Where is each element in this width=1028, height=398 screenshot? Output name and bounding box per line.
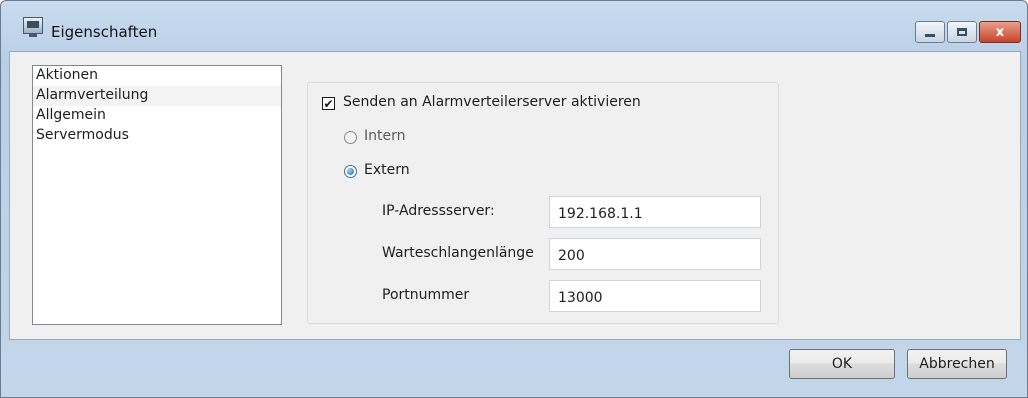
minimize-icon — [925, 33, 935, 37]
list-item-allgemein[interactable]: Allgemein — [33, 106, 281, 126]
dialog-content: Aktionen Alarmverteilung Allgemein Serve… — [9, 51, 1021, 340]
intern-radio[interactable] — [344, 131, 357, 144]
port-number-input[interactable] — [549, 280, 761, 312]
category-list[interactable]: Aktionen Alarmverteilung Allgemein Serve… — [32, 65, 282, 325]
monitor-icon — [23, 17, 43, 37]
maximize-icon — [957, 28, 967, 36]
cancel-button[interactable]: Abbrechen — [907, 349, 1007, 379]
queue-length-label: Warteschlangenlänge — [382, 245, 534, 261]
ip-address-input[interactable] — [549, 196, 761, 228]
ok-button[interactable]: OK — [789, 349, 895, 379]
list-item-aktionen[interactable]: Aktionen — [33, 66, 281, 86]
extern-radio-label[interactable]: Extern — [364, 162, 410, 178]
window-title: Eigenschaften — [51, 23, 158, 41]
queue-length-input[interactable] — [549, 238, 761, 270]
title-bar[interactable]: Eigenschaften x — [1, 1, 1027, 51]
list-item-alarmverteilung[interactable]: Alarmverteilung — [33, 86, 281, 106]
extern-radio[interactable] — [344, 165, 357, 178]
checkmark-icon: ✔ — [323, 96, 334, 111]
enable-sending-label[interactable]: Senden an Alarmverteilerserver aktiviere… — [343, 94, 641, 110]
ip-address-label: IP-Adressserver: — [382, 203, 495, 219]
properties-window: Eigenschaften x Aktionen Alarmverteilung… — [0, 0, 1028, 398]
button-bar: OK Abbrechen — [9, 339, 1019, 395]
list-item-servermodus[interactable]: Servermodus — [33, 126, 281, 146]
window-controls: x — [915, 21, 1021, 43]
port-number-label: Portnummer — [382, 287, 470, 303]
alarm-distribution-panel: ✔ Senden an Alarmverteilerserver aktivie… — [307, 82, 779, 324]
enable-sending-checkbox[interactable]: ✔ — [322, 97, 335, 110]
close-icon: x — [995, 24, 1005, 40]
maximize-button[interactable] — [947, 21, 977, 43]
close-button[interactable]: x — [979, 21, 1021, 43]
intern-radio-label[interactable]: Intern — [364, 128, 406, 144]
minimize-button[interactable] — [915, 21, 945, 43]
